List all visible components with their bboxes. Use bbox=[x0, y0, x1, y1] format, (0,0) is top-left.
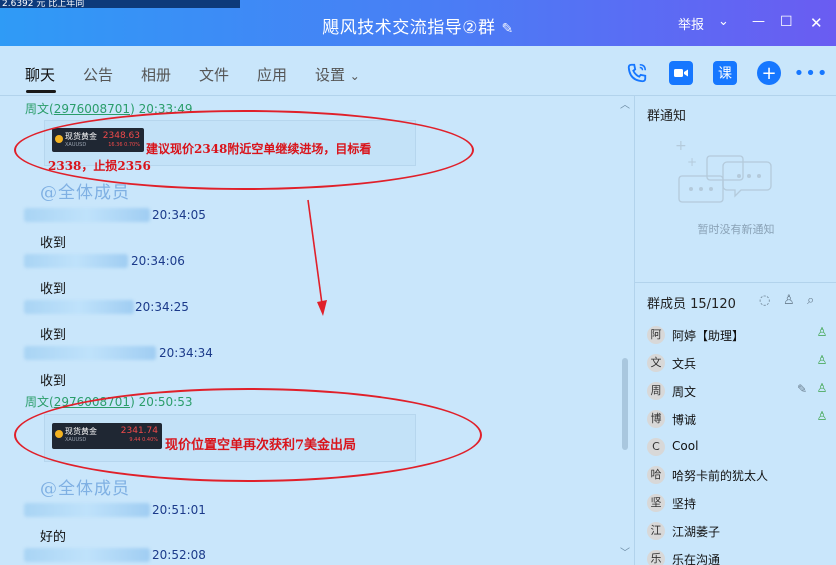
tab-album[interactable]: 相册 bbox=[141, 64, 171, 85]
sender-id[interactable]: 2976008701 bbox=[54, 102, 130, 116]
phone-icon[interactable] bbox=[625, 61, 649, 85]
blurred-sender bbox=[24, 548, 150, 562]
tab-files[interactable]: 文件 bbox=[199, 64, 229, 85]
minimize-icon[interactable]: — bbox=[752, 14, 765, 29]
close-icon[interactable]: ✕ bbox=[810, 14, 823, 32]
right-panel: 群通知 + + 暂时没有新通知 群成员 15/120 ◌ ♙ ⌕ 阿 阿婷【助理… bbox=[634, 96, 836, 565]
blurred-sender bbox=[24, 503, 150, 517]
blurred-sender bbox=[24, 208, 150, 222]
member-item[interactable]: 阿 阿婷【助理】 ♙ bbox=[647, 324, 833, 346]
message-time: 20:51:01 bbox=[152, 503, 206, 517]
avatar: 哈 bbox=[647, 466, 665, 484]
message-time: 20:52:08 bbox=[152, 548, 206, 562]
admin-icon: ♙ bbox=[816, 409, 828, 423]
window-title: 飓风技术交流指导②群 ✎ bbox=[0, 13, 836, 38]
chevron-down-icon[interactable]: ⌄ bbox=[718, 14, 729, 29]
admin-icon: ♙ bbox=[816, 353, 828, 367]
title-bar: 2.6392 元 比上年同 飓风技术交流指导②群 ✎ 举报 ⌄ — ☐ ✕ bbox=[0, 0, 836, 46]
scrollbar-thumb[interactable] bbox=[622, 358, 628, 450]
message-text: 收到 bbox=[40, 328, 67, 343]
message-time: 20:34:34 bbox=[159, 346, 213, 360]
svg-text:+: + bbox=[675, 138, 687, 154]
message-text: 收到 bbox=[40, 374, 67, 389]
member-name: 江湖萎子 bbox=[672, 525, 721, 539]
member-name: 哈努卡前的犹太人 bbox=[672, 469, 769, 483]
video-icon[interactable] bbox=[669, 61, 693, 85]
active-tab-indicator bbox=[26, 90, 56, 93]
mention-all: @全体成员 bbox=[40, 183, 130, 203]
svg-text:+: + bbox=[687, 155, 697, 169]
avatar: 乐 bbox=[647, 550, 665, 565]
member-name: 阿婷【助理】 bbox=[672, 329, 745, 343]
admin-icon: ♙ bbox=[816, 381, 828, 395]
member-item[interactable]: 周 周文 ✎ ♙ bbox=[647, 380, 833, 402]
chat-area: ︿ ﹀ 周文(2976008701) 20:33:49 现货黄金 XAUUSD … bbox=[0, 96, 634, 565]
message-text: 好的 bbox=[40, 530, 67, 545]
avatar: 博 bbox=[647, 410, 665, 428]
background-window-strip: 2.6392 元 比上年同 bbox=[0, 0, 240, 8]
avatar: 坚 bbox=[647, 494, 665, 512]
member-name: 周文 bbox=[672, 385, 697, 399]
avatar: 周 bbox=[647, 382, 665, 400]
blurred-sender bbox=[24, 300, 134, 314]
member-item[interactable]: 文 文兵 ♙ bbox=[647, 352, 833, 374]
message-time: 20:34:05 bbox=[152, 208, 206, 222]
member-item[interactable]: 江 江湖萎子 bbox=[647, 520, 833, 542]
pencil-icon[interactable]: ✎ bbox=[502, 21, 514, 37]
mention-all: @全体成员 bbox=[40, 479, 130, 499]
group-notice-title: 群通知 bbox=[647, 109, 687, 124]
group-name: 飓风技术交流指导②群 bbox=[322, 18, 496, 38]
admin-icon: ♙ bbox=[816, 325, 828, 339]
member-name: Cool bbox=[672, 439, 699, 453]
tab-chat[interactable]: 聊天 bbox=[25, 64, 55, 85]
member-name: 博诚 bbox=[672, 413, 697, 427]
tab-settings[interactable]: 设置 ⌄ bbox=[315, 64, 360, 85]
tab-settings-label: 设置 bbox=[315, 66, 346, 84]
member-item[interactable]: C Cool bbox=[647, 436, 833, 458]
add-member-icon[interactable]: ♙ bbox=[783, 293, 795, 308]
maximize-icon[interactable]: ☐ bbox=[780, 14, 793, 30]
course-icon[interactable]: 课 bbox=[713, 61, 737, 85]
member-item[interactable]: 博 博诚 ♙ bbox=[647, 408, 833, 430]
add-icon[interactable]: + bbox=[757, 61, 781, 85]
message-text: 收到 bbox=[40, 282, 67, 297]
avatar: C bbox=[647, 438, 665, 456]
annotation-ellipse bbox=[14, 388, 482, 482]
tab-apps[interactable]: 应用 bbox=[257, 64, 287, 85]
search-icon[interactable]: ⌕ bbox=[807, 293, 814, 308]
message-time: 20:34:25 bbox=[135, 300, 189, 314]
pencil-icon[interactable]: ✎ bbox=[797, 382, 807, 396]
more-icon[interactable]: ••• bbox=[794, 61, 828, 85]
sender-name[interactable]: 周文 bbox=[25, 395, 49, 409]
annotation-arrow bbox=[307, 199, 327, 316]
chat-bubble-icon[interactable]: ◌ bbox=[759, 293, 770, 308]
scroll-up-icon[interactable]: ︿ bbox=[620, 96, 630, 111]
tab-announcement[interactable]: 公告 bbox=[83, 64, 113, 85]
message-time: 20:34:06 bbox=[131, 254, 185, 268]
sender-name[interactable]: 周文 bbox=[25, 102, 49, 116]
member-name: 文兵 bbox=[672, 357, 697, 371]
scroll-down-icon[interactable]: ﹀ bbox=[620, 544, 630, 559]
empty-notice-text: 暂时没有新通知 bbox=[697, 223, 775, 236]
panel-divider bbox=[635, 282, 836, 283]
member-item[interactable]: 坚 坚持 bbox=[647, 492, 833, 514]
members-title: 群成员 15/120 bbox=[647, 297, 736, 312]
report-button[interactable]: 举报 bbox=[678, 14, 704, 33]
avatar: 阿 bbox=[647, 326, 665, 344]
chevron-down-icon: ⌄ bbox=[349, 69, 360, 83]
avatar: 文 bbox=[647, 354, 665, 372]
message-text: 收到 bbox=[40, 236, 67, 251]
toolbar: 聊天 公告 相册 文件 应用 设置 ⌄ 课 + ••• bbox=[0, 46, 836, 96]
member-item[interactable]: 哈 哈努卡前的犹太人 bbox=[647, 464, 833, 486]
blurred-sender bbox=[24, 346, 156, 360]
member-item[interactable]: 乐 乐在沟通 bbox=[647, 548, 833, 565]
empty-notice-illustration: + + bbox=[675, 138, 772, 203]
member-name: 乐在沟通 bbox=[672, 553, 721, 565]
avatar: 江 bbox=[647, 522, 665, 540]
member-name: 坚持 bbox=[672, 497, 697, 511]
blurred-sender bbox=[24, 254, 128, 268]
